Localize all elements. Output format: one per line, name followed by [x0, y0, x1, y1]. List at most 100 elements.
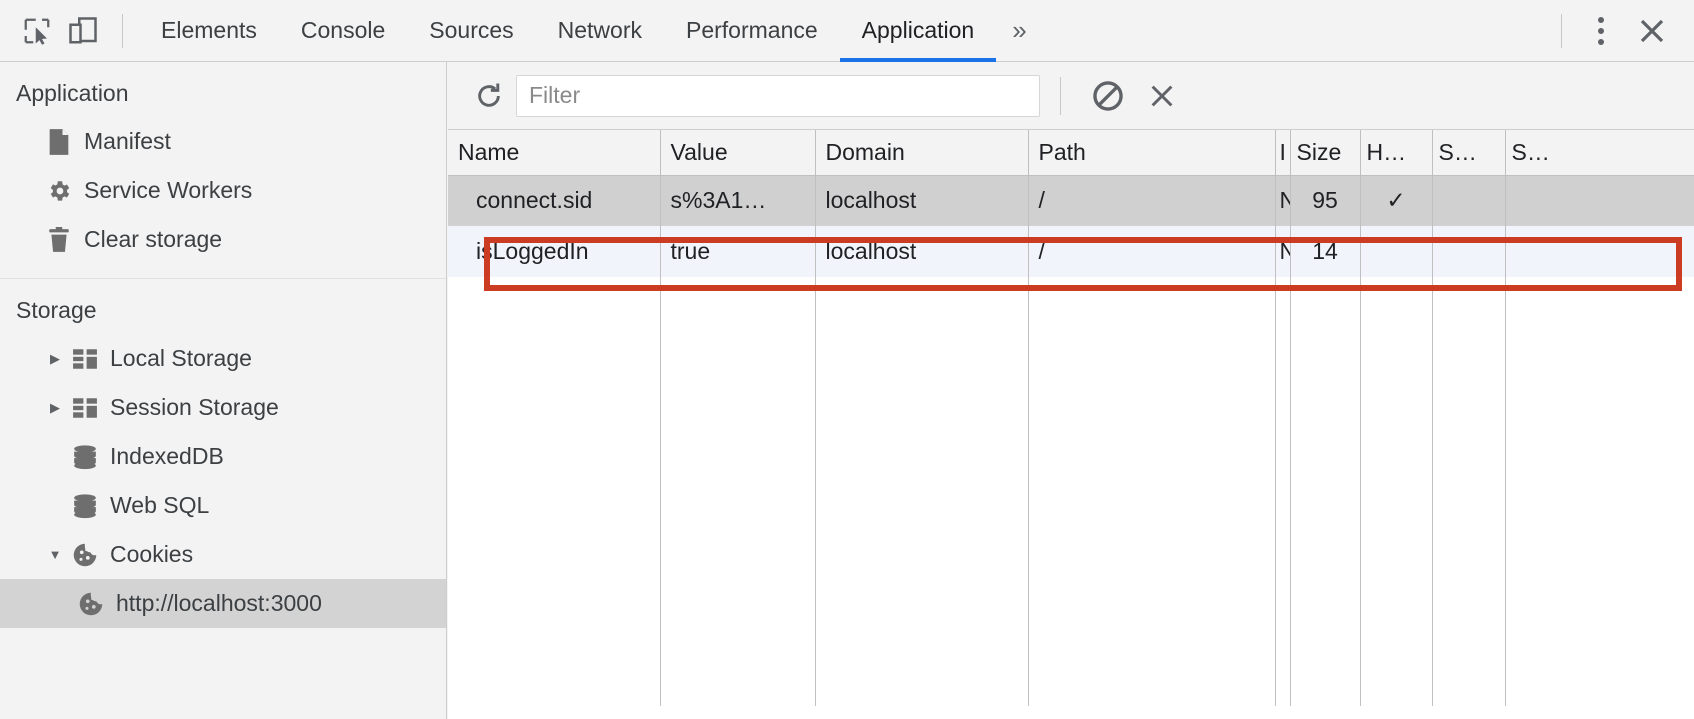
- chevron-down-icon[interactable]: ▼: [42, 547, 68, 562]
- sidebar-item-label: Cookies: [110, 541, 194, 567]
- column-header-samesite[interactable]: S…: [1505, 130, 1694, 176]
- column-header-expires[interactable]: I: [1275, 130, 1291, 176]
- gear-icon: [42, 178, 76, 204]
- cell-name[interactable]: connect.sid: [448, 175, 661, 226]
- empty-cell: [1275, 277, 1291, 706]
- column-header-path[interactable]: Path: [1028, 130, 1276, 176]
- sidebar-item-session-storage[interactable]: ▶ Session Storage: [0, 383, 446, 432]
- table-empty-area: [448, 277, 1694, 706]
- more-tabs-chevron-icon[interactable]: »: [996, 0, 1042, 62]
- cell-secure[interactable]: [1432, 226, 1506, 277]
- tab-network[interactable]: Network: [536, 0, 664, 62]
- cell-size[interactable]: 14: [1290, 226, 1361, 277]
- sidebar-item-service-workers[interactable]: Service Workers: [0, 166, 446, 215]
- toolbar-divider: [122, 13, 123, 48]
- cookies-panel: Name Value Domain Path I Size H… S… S… c…: [448, 62, 1694, 719]
- cell-httponly[interactable]: [1360, 226, 1433, 277]
- empty-cell: [1360, 277, 1433, 706]
- cookie-icon: [68, 542, 102, 568]
- cell-domain[interactable]: localhost: [815, 226, 1029, 277]
- tab-performance[interactable]: Performance: [664, 0, 840, 62]
- cell-samesite[interactable]: [1505, 226, 1694, 277]
- table-icon: [68, 348, 102, 370]
- device-toolbar-icon[interactable]: [60, 8, 106, 54]
- column-header-httponly[interactable]: H…: [1360, 130, 1433, 176]
- sidebar-item-cookies[interactable]: ▼ Cookies: [0, 530, 446, 579]
- cookie-icon: [74, 591, 108, 617]
- toolbar-divider-right: [1561, 13, 1562, 48]
- cell-value[interactable]: true: [660, 226, 816, 277]
- tabbar-right-controls: [1545, 8, 1694, 54]
- trash-icon: [42, 226, 76, 253]
- cell-expires[interactable]: N: [1275, 226, 1291, 277]
- cell-name[interactable]: isLoggedIn: [448, 226, 661, 277]
- empty-cell: [1028, 277, 1276, 706]
- column-header-value[interactable]: Value: [660, 130, 816, 176]
- column-header-size[interactable]: Size: [1290, 130, 1361, 176]
- dot: [1598, 16, 1604, 23]
- empty-cell: [815, 277, 1029, 706]
- sidebar-item-label: Manifest: [84, 128, 171, 154]
- cell-size[interactable]: 95: [1290, 175, 1361, 226]
- cookies-filter-toolbar: [448, 62, 1694, 130]
- table-header-row: Name Value Domain Path I Size H… S… S…: [448, 130, 1694, 176]
- cell-domain[interactable]: localhost: [815, 175, 1029, 226]
- table-icon: [68, 397, 102, 419]
- sidebar-item-web-sql[interactable]: ▶ Web SQL: [0, 481, 446, 530]
- document-icon: [42, 128, 76, 156]
- cookies-table: Name Value Domain Path I Size H… S… S… c…: [448, 130, 1694, 706]
- sidebar-section-application-title: Application: [16, 80, 129, 106]
- column-header-name[interactable]: Name: [448, 130, 661, 176]
- tab-elements[interactable]: Elements: [139, 0, 279, 62]
- empty-cell: [1432, 277, 1506, 706]
- sidebar-item-local-storage[interactable]: ▶ Local Storage: [0, 334, 446, 383]
- sidebar-item-label: Web SQL: [110, 492, 210, 518]
- sidebar-item-clear-storage[interactable]: Clear storage: [0, 215, 446, 264]
- sidebar-item-label: Session Storage: [110, 394, 279, 420]
- close-icon[interactable]: [1624, 8, 1680, 54]
- sidebar-item-label: IndexedDB: [110, 443, 224, 469]
- empty-cell: [1505, 277, 1694, 706]
- tab-application[interactable]: Application: [839, 0, 997, 62]
- cell-httponly[interactable]: ✓: [1360, 175, 1433, 226]
- table-row[interactable]: connect.sid s%3A1… localhost / N 95 ✓: [448, 175, 1694, 226]
- delete-selected-cookie-icon[interactable]: [1135, 69, 1189, 123]
- cell-expires[interactable]: N: [1275, 175, 1291, 226]
- panel-tabs: Elements Console Sources Network Perform…: [139, 0, 996, 62]
- chevron-right-icon[interactable]: ▶: [42, 400, 68, 416]
- devtools-tabbar: Elements Console Sources Network Perform…: [0, 0, 1694, 62]
- tab-label: Network: [557, 17, 642, 43]
- cell-value[interactable]: s%3A1…: [660, 175, 816, 226]
- sidebar-item-indexeddb[interactable]: ▶ IndexedDB: [0, 432, 446, 481]
- chevron-right-icon[interactable]: ▶: [42, 351, 68, 367]
- table-row[interactable]: isLoggedIn true localhost / N 14: [448, 226, 1694, 277]
- database-icon: [68, 493, 102, 519]
- tab-sources[interactable]: Sources: [407, 0, 535, 62]
- refresh-icon[interactable]: [462, 69, 516, 123]
- database-icon: [68, 444, 102, 470]
- cell-samesite[interactable]: [1505, 175, 1694, 226]
- kebab-menu-icon[interactable]: [1578, 8, 1624, 54]
- cell-path[interactable]: /: [1028, 175, 1276, 226]
- column-header-secure[interactable]: S…: [1432, 130, 1506, 176]
- empty-cell: [448, 277, 661, 706]
- sidebar-item-manifest[interactable]: Manifest: [0, 117, 446, 166]
- tab-label: Performance: [686, 17, 818, 43]
- clear-all-cookies-icon[interactable]: [1081, 69, 1135, 123]
- cell-secure[interactable]: [1432, 175, 1506, 226]
- inspect-element-icon[interactable]: [14, 8, 60, 54]
- column-header-domain[interactable]: Domain: [815, 130, 1029, 176]
- tab-console[interactable]: Console: [279, 0, 407, 62]
- tab-label: Application: [861, 17, 975, 43]
- tab-label: Elements: [161, 17, 257, 43]
- sidebar-item-label: Clear storage: [84, 226, 223, 252]
- dot: [1598, 38, 1604, 45]
- sidebar-item-label: Service Workers: [84, 177, 253, 203]
- sidebar-item-cookie-origin-localhost[interactable]: http://localhost:3000: [0, 579, 446, 628]
- dot: [1598, 27, 1604, 34]
- sidebar-item-label: http://localhost:3000: [116, 590, 322, 616]
- cell-path[interactable]: /: [1028, 226, 1276, 277]
- empty-cell: [660, 277, 816, 706]
- filter-input[interactable]: [516, 74, 1040, 117]
- devtools-window: Elements Console Sources Network Perform…: [0, 0, 1694, 719]
